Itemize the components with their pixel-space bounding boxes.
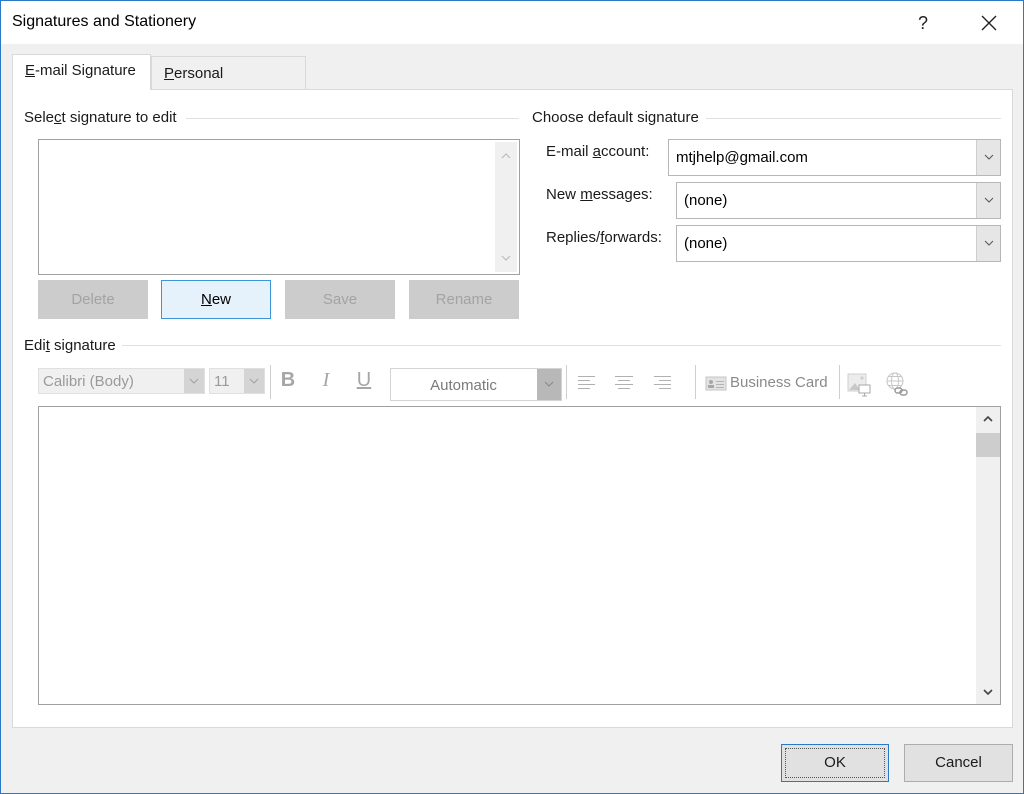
scroll-up-icon[interactable] [976, 407, 1000, 431]
toolbar-separator [270, 365, 271, 399]
align-right-icon[interactable] [652, 374, 672, 392]
chevron-down-icon[interactable] [976, 183, 1000, 218]
underline-button[interactable]: U [353, 369, 375, 392]
align-left-icon[interactable] [577, 374, 597, 392]
signature-list[interactable] [38, 139, 520, 275]
hyperlink-icon [886, 372, 908, 396]
delete-button[interactable]: Delete [38, 280, 148, 319]
business-card-icon [705, 376, 727, 391]
insert-hyperlink-button[interactable] [884, 371, 910, 397]
help-button[interactable]: ? [911, 9, 935, 37]
tab-label-mnemonic: E [25, 62, 36, 79]
font-color-select[interactable]: Automatic [390, 368, 562, 401]
signature-editor[interactable] [38, 406, 1001, 705]
scroll-down-icon[interactable] [976, 680, 1000, 704]
scroll-down-icon[interactable] [495, 248, 517, 268]
chevron-down-icon[interactable] [184, 369, 204, 393]
tab-label-mnemonic: P [164, 65, 175, 82]
group-divider [186, 118, 519, 119]
title-bar: Signatures and Stationery ? [1, 1, 1023, 44]
font-size-select[interactable]: 11 [209, 368, 265, 394]
default-signature-label: Choose default signature [532, 109, 705, 126]
new-messages-label: New messages: [546, 186, 653, 203]
tab-personal-stationery[interactable]: Personal Stationery [151, 56, 306, 116]
edit-signature-label: Edit signature [24, 337, 122, 354]
chevron-down-icon[interactable] [244, 369, 264, 393]
focus-rect [785, 748, 885, 778]
italic-button[interactable]: I [315, 369, 337, 392]
select-signature-label: Select signature to edit [24, 109, 183, 126]
rename-button[interactable]: Rename [409, 280, 519, 319]
chevron-down-icon[interactable] [537, 369, 561, 400]
scroll-up-icon[interactable] [495, 146, 517, 166]
chevron-down-icon[interactable] [976, 226, 1000, 261]
email-account-select[interactable]: mtjhelp@gmail.com [668, 139, 1001, 176]
group-divider [706, 118, 1001, 119]
tab-email-signature[interactable]: E-mail Signature [12, 54, 151, 90]
new-button[interactable]: New [161, 280, 271, 319]
ok-button[interactable]: OK [781, 744, 889, 782]
tab-label: -mail Signature [35, 62, 136, 79]
signatures-dialog: Signatures and Stationery ? E-mail Signa… [0, 0, 1024, 794]
toolbar-separator [839, 365, 840, 399]
align-center-icon[interactable] [614, 374, 634, 392]
close-icon [981, 15, 997, 31]
dialog-title: Signatures and Stationery [12, 13, 197, 30]
scrollbar-thumb[interactable] [976, 433, 1000, 457]
cancel-button[interactable]: Cancel [904, 744, 1013, 782]
toolbar-separator [566, 365, 567, 399]
save-button[interactable]: Save [285, 280, 395, 319]
business-card-button[interactable]: Business Card [704, 373, 828, 395]
toolbar-separator [695, 365, 696, 399]
new-messages-select[interactable]: (none) [676, 182, 1001, 219]
list-scrollbar[interactable] [495, 142, 517, 272]
chevron-down-icon[interactable] [976, 140, 1000, 175]
close-button[interactable] [971, 7, 1007, 39]
group-divider [121, 345, 1001, 346]
font-name-select[interactable]: Calibri (Body) [38, 368, 205, 394]
insert-picture-icon [847, 373, 871, 397]
bold-button[interactable]: B [277, 369, 299, 392]
replies-forwards-label: Replies/forwards: [546, 229, 662, 246]
replies-forwards-select[interactable]: (none) [676, 225, 1001, 262]
editor-scrollbar[interactable] [976, 407, 1000, 704]
email-account-label: E-mail account: [546, 143, 650, 160]
insert-picture-button[interactable] [846, 371, 872, 397]
